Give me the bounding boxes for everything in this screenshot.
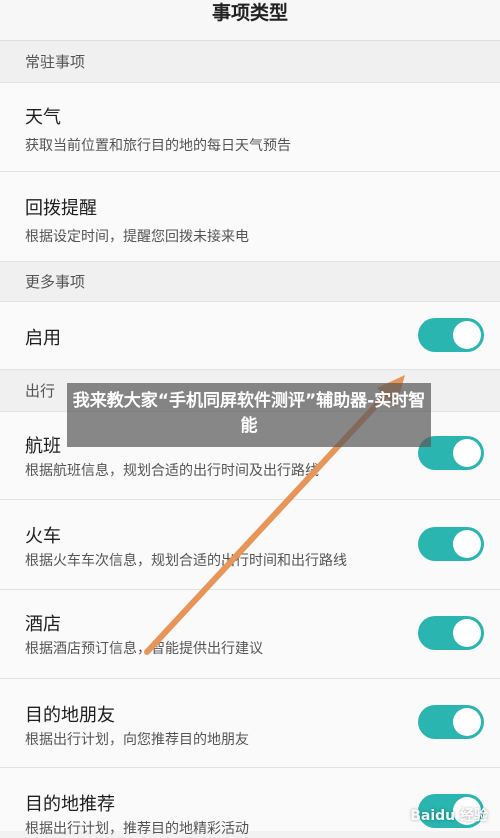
section-header-resident: 常驻事项 [0, 41, 500, 83]
item-title: 航班 [25, 436, 61, 457]
caption-overlay: 我来教大家“手机同屏软件测评”辅助器-实时智能 [67, 383, 431, 447]
list-item-train[interactable]: 火车 根据火车车次信息，规划合适的出行时间和出行路线 [0, 500, 500, 590]
toggle-knob [453, 439, 481, 467]
item-subtitle: 根据出行计划，向您推荐目的地朋友 [25, 732, 249, 748]
item-subtitle: 根据火车车次信息，规划合适的出行时间和出行路线 [25, 553, 347, 569]
item-title: 目的地推荐 [25, 794, 115, 815]
section-label: 更多事项 [25, 273, 86, 291]
list-item-callback-reminder[interactable]: 回拨提醒 根据设定时间，提醒您回拨未接来电 [0, 172, 500, 262]
section-label: 常驻事项 [25, 53, 86, 71]
toggle-knob [453, 619, 481, 647]
list-item-enable[interactable]: 启用 [0, 302, 500, 370]
item-subtitle: 根据出行计划，推荐目的地精彩活动 [25, 821, 249, 837]
item-title: 回拨提醒 [25, 198, 97, 219]
list-item-weather[interactable]: 天气 获取当前位置和旅行目的地的每日天气预告 [0, 83, 500, 172]
destination-friends-toggle[interactable] [418, 705, 484, 739]
item-title: 启用 [25, 328, 61, 349]
item-subtitle: 获取当前位置和旅行目的地的每日天气预告 [25, 138, 291, 154]
toggle-knob [453, 321, 481, 349]
enable-toggle[interactable] [418, 318, 484, 352]
toggle-knob [453, 708, 481, 736]
hotel-toggle[interactable] [418, 616, 484, 650]
top-bar: 事项类型 [0, 0, 500, 41]
watermark-logo: Baidu 经验 [410, 808, 488, 824]
item-title: 目的地朋友 [25, 705, 115, 726]
section-header-more: 更多事项 [0, 262, 500, 302]
item-title: 酒店 [25, 614, 61, 635]
section-label: 出行 [25, 382, 56, 400]
list-item-hotel[interactable]: 酒店 根据酒店预订信息，智能提供出行建议 [0, 590, 500, 679]
list-item-destination-friends[interactable]: 目的地朋友 根据出行计划，向您推荐目的地朋友 [0, 679, 500, 768]
item-subtitle: 根据设定时间，提醒您回拨未接来电 [25, 229, 249, 245]
toggle-knob [453, 530, 481, 558]
item-subtitle: 根据酒店预订信息，智能提供出行建议 [25, 641, 263, 657]
train-toggle[interactable] [418, 527, 484, 561]
item-subtitle: 根据航班信息，规划合适的出行时间及出行路线 [25, 463, 319, 479]
page-title: 事项类型 [211, 2, 288, 24]
item-title: 火车 [25, 526, 61, 547]
caption-text: 我来教大家“手机同屏软件测评”辅助器-实时智能 [72, 391, 426, 436]
item-title: 天气 [25, 107, 61, 128]
